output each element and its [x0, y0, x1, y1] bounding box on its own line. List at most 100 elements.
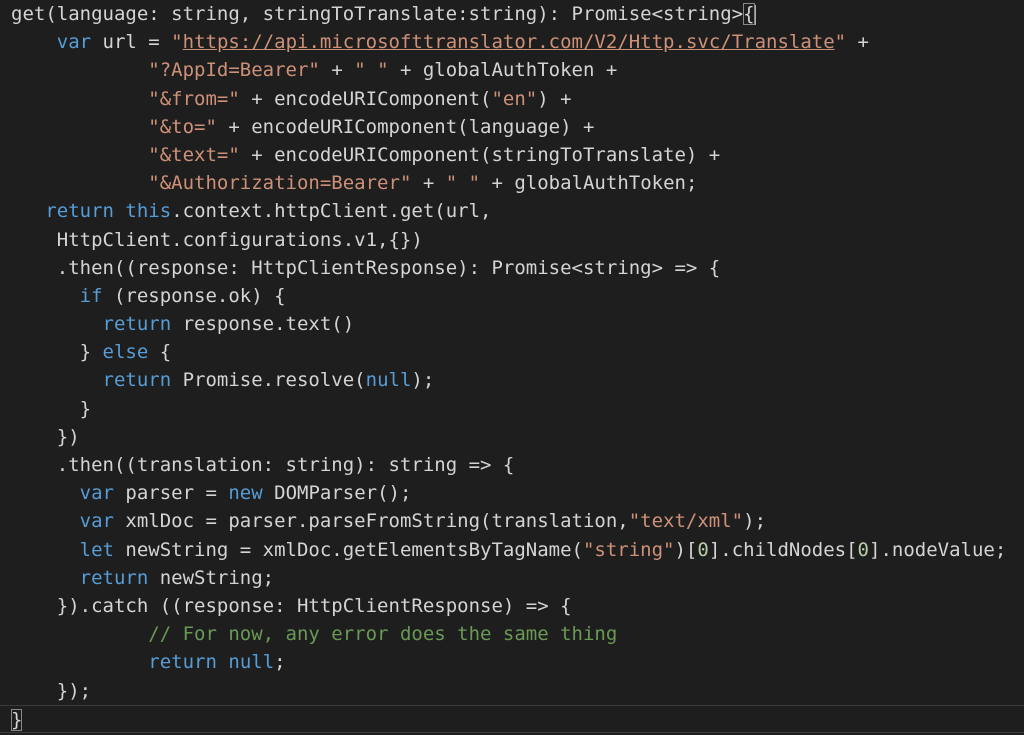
code-token: "&Authorization=Bearer"	[148, 172, 412, 195]
code-line[interactable]: .then((translation: string): string => {	[0, 451, 1024, 479]
code-token: " "	[445, 172, 481, 195]
code-line[interactable]: var xmlDoc = parser.parseFromString(tran…	[0, 507, 1024, 535]
code-token: "	[171, 31, 183, 54]
code-token: xmlDoc = parser.parseFromString(translat…	[113, 510, 629, 533]
code-line[interactable]: }	[0, 704, 1024, 733]
code-token: parser =	[113, 482, 229, 505]
code-token: "	[834, 31, 847, 54]
code-token: +	[846, 31, 869, 54]
code-line[interactable]: });	[0, 677, 1024, 705]
code-token: "string"	[582, 538, 675, 561]
code-token: get(language: string, stringToTranslate:…	[11, 3, 744, 25]
code-token: }).catch ((response: HttpClientResponse)…	[56, 594, 572, 617]
code-line[interactable]: if (response.ok) {	[0, 282, 1024, 310]
code-token: }	[79, 397, 92, 420]
code-token: {	[148, 341, 172, 364]
code-line[interactable]: return this.context.httpClient.get(url,	[0, 197, 1024, 225]
code-line[interactable]: })	[0, 423, 1024, 451]
code-token: return	[102, 369, 172, 392]
code-token: url =	[91, 31, 172, 54]
code-token: + globalAuthToken;	[480, 172, 698, 195]
code-token: this	[125, 200, 172, 223]
code-token: return	[148, 651, 217, 674]
code-line[interactable]: } else {	[0, 338, 1024, 366]
code-line[interactable]: return null;	[0, 648, 1024, 676]
code-line[interactable]: let newString = xmlDoc.getElementsByTagN…	[0, 536, 1024, 564]
code-token: "&text="	[148, 143, 240, 166]
code-line[interactable]: get(language: string, stringToTranslate:…	[0, 0, 1024, 28]
code-line[interactable]: "&to=" + encodeURIComponent(language) +	[0, 113, 1024, 141]
code-token: );	[411, 369, 435, 392]
code-token: })	[56, 425, 80, 448]
code-editor[interactable]: get(language: string, stringToTranslate:…	[0, 0, 1024, 735]
code-token: Promise.resolve(	[171, 369, 366, 392]
code-token: " "	[354, 59, 389, 82]
code-token: HttpClient.configurations.v1,{})	[56, 228, 423, 251]
code-token: "text/xml"	[628, 510, 744, 533]
code-line[interactable]: "&from=" + encodeURIComponent("en") +	[0, 85, 1024, 113]
code-line[interactable]: .then((response: HttpClientResponse): Pr…	[0, 254, 1024, 282]
code-token: null	[228, 651, 275, 674]
code-token: "&from="	[148, 87, 240, 110]
code-token: }	[79, 341, 103, 364]
code-token: "&to="	[148, 115, 217, 138]
code-token: .context.httpClient.get(url,	[171, 200, 492, 223]
code-token: null	[365, 369, 412, 392]
text-cursor	[753, 4, 756, 25]
code-comment: // For now, any error does the same thin…	[148, 623, 618, 646]
code-token: return	[102, 313, 172, 336]
code-token: var	[79, 510, 114, 533]
code-line[interactable]: }).catch ((response: HttpClientResponse)…	[0, 592, 1024, 620]
code-token: );	[743, 510, 767, 533]
code-token: "en"	[491, 87, 538, 110]
code-token: + encodeURIComponent(stringToTranslate) …	[239, 143, 721, 166]
code-token: + globalAuthToken +	[388, 59, 618, 82]
code-line[interactable]: }	[0, 395, 1024, 423]
code-token: return	[79, 566, 149, 589]
code-token: response.text()	[171, 313, 355, 336]
code-token: return	[45, 200, 114, 223]
code-line[interactable]: var url = "https://api.microsofttranslat…	[0, 28, 1024, 56]
code-line[interactable]: HttpClient.configurations.v1,{})	[0, 226, 1024, 254]
code-token: .then((translation: string): string => {	[56, 454, 515, 476]
code-token: var	[56, 31, 92, 54]
code-token: new	[228, 482, 263, 505]
code-line[interactable]: return Promise.resolve(null);	[0, 366, 1024, 394]
code-token: 0	[857, 538, 869, 561]
code-line[interactable]: "&text=" + encodeURIComponent(stringToTr…	[0, 141, 1024, 169]
code-token: ].nodeValue;	[869, 538, 1007, 561]
code-token: DOMParser();	[262, 482, 412, 505]
code-line[interactable]: return newString;	[0, 564, 1024, 592]
code-token: )[	[674, 538, 698, 561]
code-line[interactable]: "?AppId=Bearer" + " " + globalAuthToken …	[0, 56, 1024, 84]
code-token: 0	[697, 538, 709, 561]
code-line[interactable]: // For now, any error does the same thin…	[0, 620, 1024, 648]
code-token: +	[319, 59, 355, 82]
code-line[interactable]: return response.text()	[0, 310, 1024, 338]
code-token: (response.ok) {	[102, 284, 286, 307]
code-line[interactable]: "&Authorization=Bearer" + " " + globalAu…	[0, 169, 1024, 197]
code-line[interactable]: var parser = new DOMParser();	[0, 479, 1024, 507]
